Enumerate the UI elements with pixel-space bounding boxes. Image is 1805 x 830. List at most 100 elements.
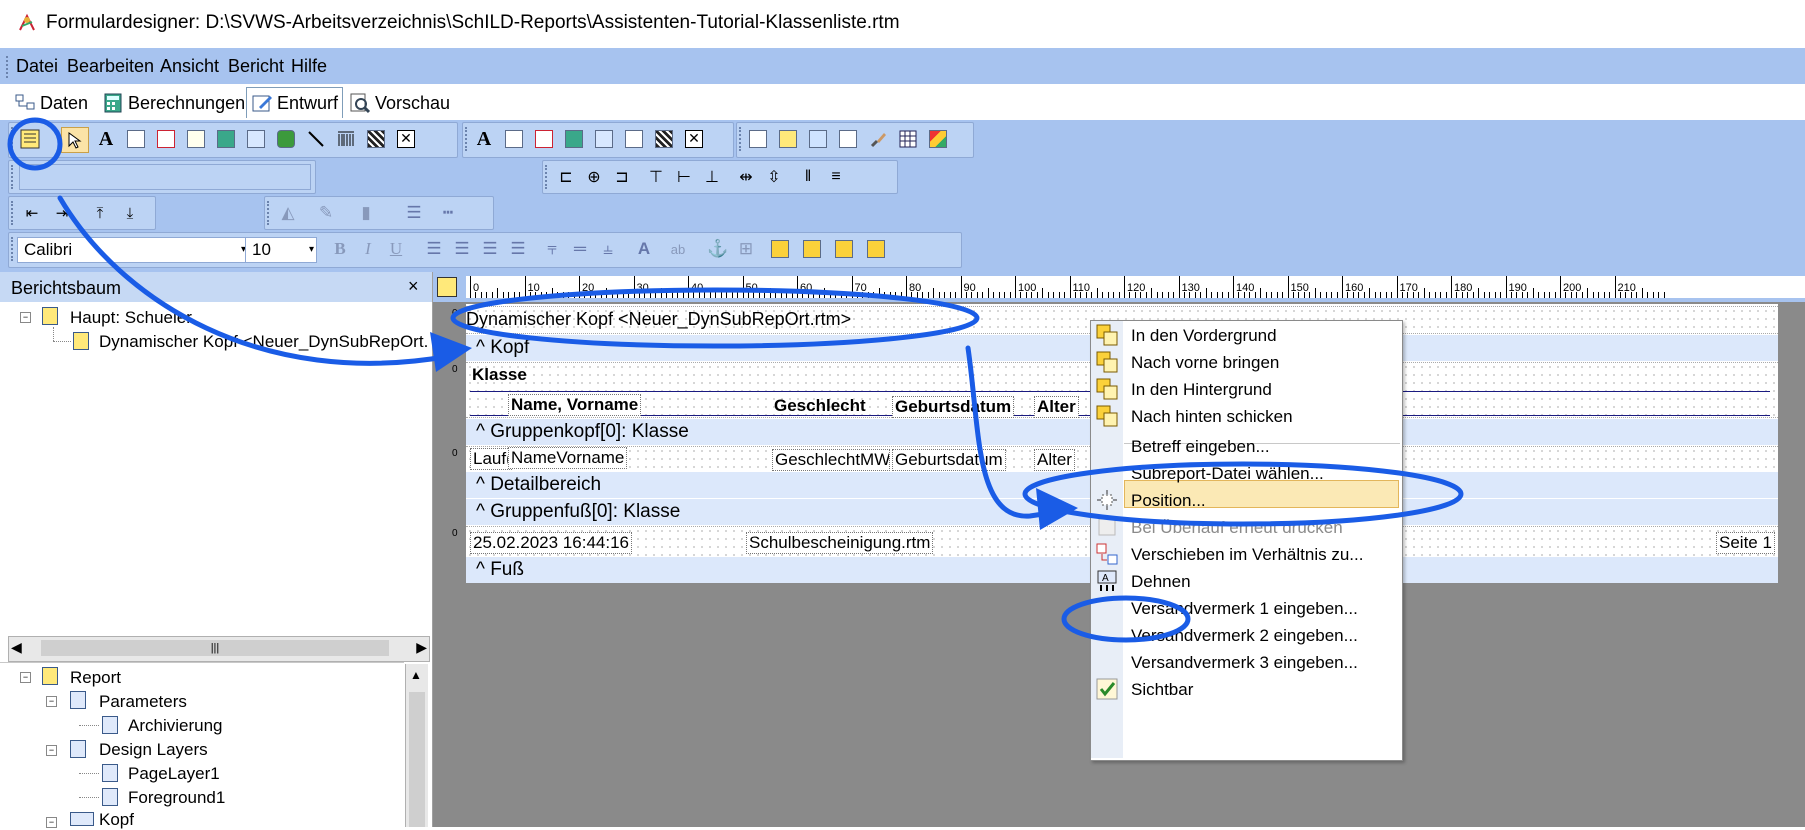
crosstab-tool-button[interactable] xyxy=(925,127,951,151)
field-namevorname[interactable]: NameVorname xyxy=(508,447,628,469)
scroll-thumb[interactable] xyxy=(409,692,425,827)
space-horizontal-button[interactable]: ⇹ xyxy=(733,165,759,189)
gradient-button[interactable]: ▮ xyxy=(353,201,379,225)
object-tree-report[interactable]: Report xyxy=(70,668,121,688)
column-gender[interactable]: Geschlecht xyxy=(772,396,868,416)
dbbarcode-tool-button[interactable] xyxy=(621,127,647,151)
line-color-button[interactable]: ✎ xyxy=(313,201,339,225)
object-tree-archivierung[interactable]: Archivierung xyxy=(128,716,223,736)
object-tree-foreground1[interactable]: Foreground1 xyxy=(128,788,225,808)
page-break-tool-button[interactable] xyxy=(835,127,861,151)
richtext-tool-button[interactable] xyxy=(153,127,179,151)
close-icon[interactable]: × xyxy=(408,276,419,297)
menu-ansicht[interactable]: Ansicht xyxy=(160,56,219,77)
center-vertical-button[interactable]: ≡ xyxy=(823,165,849,189)
db2dbarcode-tool-button[interactable] xyxy=(651,127,677,151)
tree-horizontal-scrollbar[interactable]: ◀ ||| ▶ xyxy=(8,636,430,662)
align-text-left-button[interactable]: ☰ xyxy=(421,237,447,261)
menu-item-in-den-vordergrund[interactable]: In den Vordergrund xyxy=(1131,326,1277,346)
report-tree-toggle-button[interactable] xyxy=(17,127,43,151)
align-text-center-button[interactable]: ☰ xyxy=(449,237,475,261)
menu-item-verschieben-im-verhältnis-zu[interactable]: Verschieben im Verhältnis zu... xyxy=(1131,545,1363,565)
dbtext-tool-button[interactable]: A xyxy=(471,127,497,151)
tree-item-haupt-schueler[interactable]: Haupt: Schueler xyxy=(70,308,192,328)
column-birthdate[interactable]: Geburtsdatum xyxy=(892,396,1015,418)
dbcheckbox-tool-button[interactable]: ✕ xyxy=(681,127,707,151)
collapse-toggle[interactable]: − xyxy=(20,312,31,323)
line-tool-button[interactable] xyxy=(303,127,329,151)
collapse-toggle[interactable]: − xyxy=(20,672,31,683)
menu-item-dehnen[interactable]: Dehnen xyxy=(1131,572,1191,592)
component-edit-field[interactable] xyxy=(19,164,311,190)
justify-text-button[interactable]: ☰ xyxy=(505,237,531,261)
tree-vertical-scrollbar[interactable]: ▲ xyxy=(405,664,428,827)
menu-item-nach-vorne-bringen[interactable]: Nach vorne bringen xyxy=(1131,353,1279,373)
scroll-up-icon[interactable]: ▲ xyxy=(410,668,422,682)
object-tree-pagelayer1[interactable]: PageLayer1 xyxy=(128,764,220,784)
font-size-select[interactable]: 10 ▾ xyxy=(245,237,317,263)
field-geburtsdatum[interactable]: Geburtsdatum xyxy=(892,449,1006,471)
send-to-back-toolbar-button[interactable] xyxy=(831,237,857,261)
space-vertical-button[interactable]: ⇳ xyxy=(761,165,787,189)
italic-button[interactable]: I xyxy=(355,237,381,261)
dbcalc-tool-button[interactable] xyxy=(561,127,587,151)
align-right-button[interactable]: ⊐ xyxy=(609,165,635,189)
menu-item-versandvermerk-2-eingeben[interactable]: Versandvermerk 2 eingeben... xyxy=(1131,626,1358,646)
paint-tool-button[interactable] xyxy=(865,127,891,151)
menu-item-betreff-eingeben[interactable]: Betreff eingeben... xyxy=(1131,437,1270,457)
align-middle-button[interactable]: ⊢ xyxy=(671,165,697,189)
chart-tool-button[interactable] xyxy=(805,127,831,151)
grow-width-button[interactable]: ⇥ xyxy=(49,201,75,225)
highlight-color-button[interactable]: ab xyxy=(665,237,691,261)
menu-datei[interactable]: Datei xyxy=(16,56,58,77)
align-top-button[interactable]: ⊤ xyxy=(643,165,669,189)
line-thickness-button[interactable]: ☰ xyxy=(401,201,427,225)
scroll-thumb[interactable]: ||| xyxy=(41,640,389,656)
column-name[interactable]: Name, Vorname xyxy=(508,394,642,416)
collapse-toggle[interactable]: − xyxy=(46,696,57,707)
collapse-toggle[interactable]: − xyxy=(46,745,57,756)
field-alter[interactable]: Alter xyxy=(1034,449,1075,471)
text-label-tool-button[interactable]: A xyxy=(93,127,119,151)
send-backward-toolbar-button[interactable] xyxy=(863,237,889,261)
menu-item-position[interactable]: Position... xyxy=(1131,491,1206,511)
menu-bericht[interactable]: Bericht xyxy=(228,56,284,77)
variable-tool-button[interactable] xyxy=(213,127,239,151)
object-tree-kopf[interactable]: Kopf xyxy=(99,810,134,830)
valign-center-button[interactable]: ═ xyxy=(567,237,593,261)
fill-color-button[interactable]: ◭ xyxy=(275,201,301,225)
subreport-tool-button[interactable] xyxy=(775,127,801,151)
align-text-right-button[interactable]: ☰ xyxy=(477,237,503,261)
dbmemo-tool-button[interactable] xyxy=(501,127,527,151)
barcode-tool-button[interactable] xyxy=(333,127,359,151)
field-klasse[interactable]: Klasse xyxy=(470,365,529,385)
line-style-button[interactable]: ┅ xyxy=(435,201,461,225)
underline-button[interactable]: U xyxy=(383,237,409,261)
shrink-height-button[interactable]: ⤒ xyxy=(87,201,113,225)
region-tool-button[interactable] xyxy=(745,127,771,151)
menu-item-in-den-hintergrund[interactable]: In den Hintergrund xyxy=(1131,380,1272,400)
menu-item-sichtbar[interactable]: Sichtbar xyxy=(1131,680,1193,700)
shrink-width-button[interactable]: ⇤ xyxy=(19,201,45,225)
field-lauf[interactable]: Lauf( xyxy=(470,448,512,470)
tab-vorschau[interactable]: Vorschau xyxy=(345,88,454,118)
border-button[interactable]: ⊞ xyxy=(733,237,759,261)
column-age[interactable]: Alter xyxy=(1034,396,1079,418)
menu-item-bei-überlauf-erneut-drucken[interactable]: Bei Überlauf erneut drucken xyxy=(1131,518,1343,538)
report-tree-icon[interactable] xyxy=(437,277,457,297)
tab-entwurf[interactable]: Entwurf xyxy=(246,87,344,118)
dbimage-tool-button[interactable] xyxy=(591,127,617,151)
field-page-number[interactable]: Seite 1 xyxy=(1716,532,1775,554)
valign-bottom-button[interactable]: ⫨ xyxy=(595,237,621,261)
scroll-left-icon[interactable]: ◀ xyxy=(11,639,22,656)
menu-bearbeiten[interactable]: Bearbeiten xyxy=(67,56,154,77)
menu-hilfe[interactable]: Hilfe xyxy=(291,56,327,77)
memo-tool-button[interactable] xyxy=(123,127,149,151)
bold-button[interactable]: B xyxy=(327,237,353,261)
center-horizontal-button[interactable]: ‖ xyxy=(795,165,821,189)
field-datetime[interactable]: 25.02.2023 16:44:16 xyxy=(470,532,632,554)
scroll-right-icon[interactable]: ▶ xyxy=(416,639,427,656)
table-tool-button[interactable] xyxy=(895,127,921,151)
field-geschlecht[interactable]: GeschlechtMW xyxy=(772,449,890,471)
menu-item-versandvermerk-1-eingeben[interactable]: Versandvermerk 1 eingeben... xyxy=(1131,599,1358,619)
